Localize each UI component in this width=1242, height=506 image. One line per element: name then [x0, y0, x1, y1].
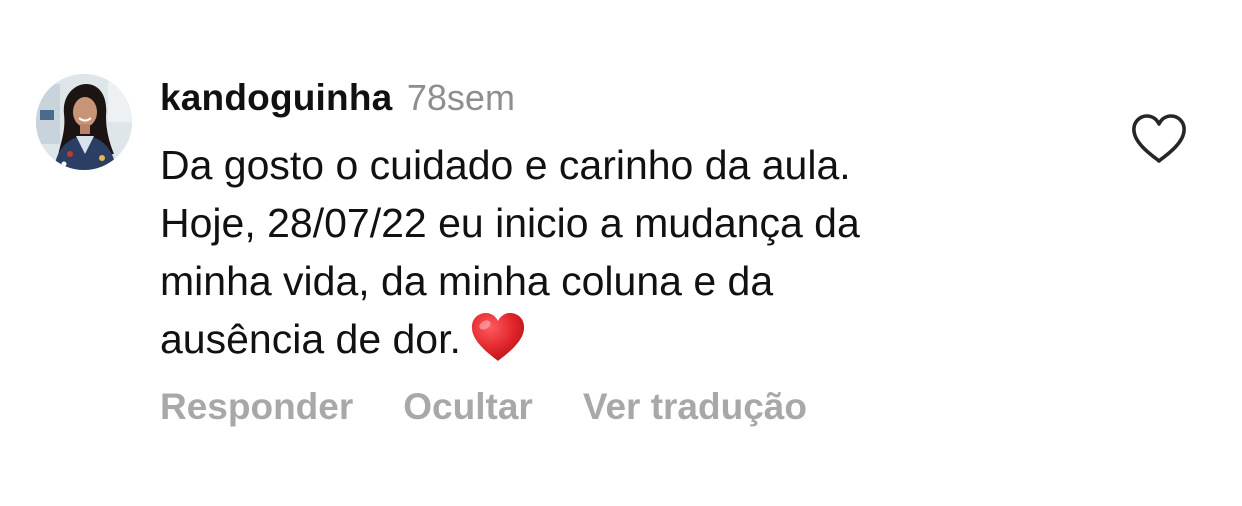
translate-button[interactable]: Ver tradução	[583, 382, 807, 432]
comment-text-line-last: ausência de dor.	[160, 310, 1060, 368]
heart-outline-icon	[1132, 114, 1186, 163]
username[interactable]: kandoguinha	[160, 77, 392, 118]
profile-photo	[36, 74, 132, 170]
comment-text-line: minha vida, da minha coluna e da	[160, 258, 774, 304]
avatar[interactable]	[36, 74, 132, 170]
red-heart-emoji-icon	[469, 311, 527, 363]
comment-header: kandoguinha 78sem	[160, 76, 515, 128]
comment-text-line: Hoje, 28/07/22 eu inicio a mudança da	[160, 200, 860, 246]
comment-text: Da gosto o cuidado e carinho da aula. Ho…	[160, 136, 1060, 368]
comment-text-line: Da gosto o cuidado e carinho da aula.	[160, 142, 851, 188]
like-button[interactable]	[1130, 112, 1188, 166]
comment-actions: Responder Ocultar Ver tradução	[160, 382, 807, 432]
hide-button[interactable]: Ocultar	[403, 382, 533, 432]
comment: kandoguinha 78sem Da gosto o cuidado e c…	[0, 0, 1242, 506]
comment-text-line: ausência de dor.	[160, 316, 461, 362]
timestamp: 78sem	[406, 77, 515, 118]
reply-button[interactable]: Responder	[160, 382, 353, 432]
